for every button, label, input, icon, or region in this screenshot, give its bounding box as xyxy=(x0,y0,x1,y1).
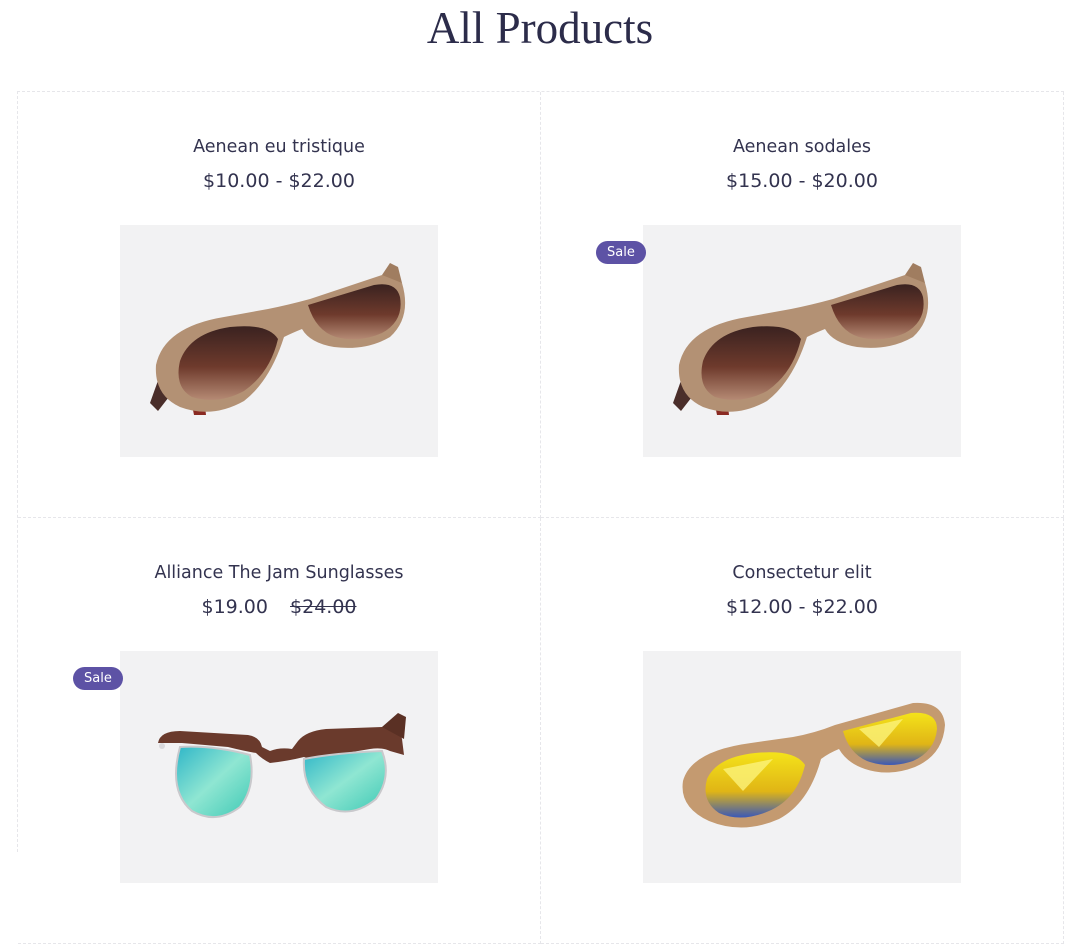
sale-badge: Sale xyxy=(73,667,123,690)
wooden-sunglasses-brown-lens-icon xyxy=(150,263,406,415)
product-title[interactable]: Aenean sodales xyxy=(541,135,1063,159)
product-grid: Aenean eu tristique $10.00 - $22.00 Aene… xyxy=(17,91,1064,944)
page-title: All Products xyxy=(426,3,654,53)
product-title[interactable]: Consectetur elit xyxy=(541,561,1063,585)
product-image[interactable] xyxy=(120,225,438,457)
product-card[interactable]: Consectetur elit $12.00 - $22.00 xyxy=(541,518,1064,944)
product-price: $19.00 $24.00 xyxy=(18,594,540,620)
price-range: $10.00 - $22.00 xyxy=(203,170,355,192)
clubmaster-sunglasses-mirror-blue-icon xyxy=(158,713,406,818)
sale-price: $19.00 xyxy=(201,596,268,618)
product-image[interactable] xyxy=(120,651,438,883)
cork-sunglasses-mirror-yellow-icon xyxy=(682,702,945,828)
product-title[interactable]: Alliance The Jam Sunglasses xyxy=(18,561,540,585)
product-price: $15.00 - $20.00 xyxy=(541,168,1063,194)
price-range: $12.00 - $22.00 xyxy=(726,596,878,618)
product-card[interactable]: Aenean sodales $15.00 - $20.00 Sale xyxy=(541,92,1064,518)
product-price: $12.00 - $22.00 xyxy=(541,594,1063,620)
product-price: $10.00 - $22.00 xyxy=(18,168,540,194)
product-image[interactable] xyxy=(643,651,961,883)
product-card[interactable]: Alliance The Jam Sunglasses $19.00 $24.0… xyxy=(18,518,541,944)
original-price: $24.00 xyxy=(290,596,357,618)
sale-badge: Sale xyxy=(596,241,646,264)
wooden-sunglasses-brown-lens-icon xyxy=(673,263,929,415)
product-card[interactable]: Aenean eu tristique $10.00 - $22.00 xyxy=(18,92,541,518)
product-image[interactable] xyxy=(643,225,961,457)
price-range: $15.00 - $20.00 xyxy=(726,170,878,192)
product-title[interactable]: Aenean eu tristique xyxy=(18,135,540,159)
page: All Products Aenean eu tristique $10.00 … xyxy=(0,0,1080,944)
